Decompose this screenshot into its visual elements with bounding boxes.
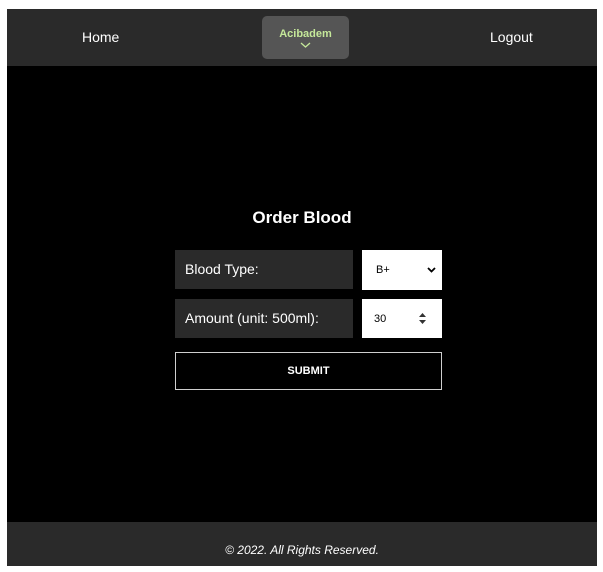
blood-type-value: B+ — [376, 264, 390, 276]
nav-logout-link[interactable]: Logout — [490, 29, 533, 45]
submit-button[interactable]: SUBMIT — [175, 352, 442, 390]
amount-label: Amount (unit: 500ml): — [175, 299, 353, 338]
footer-copyright: © 2022. All Rights Reserved. — [225, 543, 379, 557]
nav-brand-dropdown[interactable]: Acibadem — [262, 16, 349, 59]
nav-home-link[interactable]: Home — [82, 29, 119, 45]
blood-type-label: Blood Type: — [175, 250, 353, 289]
chevron-down-icon — [300, 42, 311, 48]
page-frame: Home Acibadem Logout Order Blood Blood T… — [7, 9, 597, 566]
brand-label: Acibadem — [279, 28, 332, 40]
chevron-down-icon — [427, 267, 436, 273]
amount-input[interactable]: 30 — [362, 299, 442, 338]
spinner-arrows-icon[interactable] — [419, 313, 426, 324]
amount-value: 30 — [374, 313, 387, 325]
page-title: Order Blood — [252, 208, 352, 227]
footer: © 2022. All Rights Reserved. — [7, 522, 597, 566]
blood-type-select[interactable]: B+ — [362, 250, 442, 290]
top-navbar: Home Acibadem Logout — [7, 9, 597, 66]
